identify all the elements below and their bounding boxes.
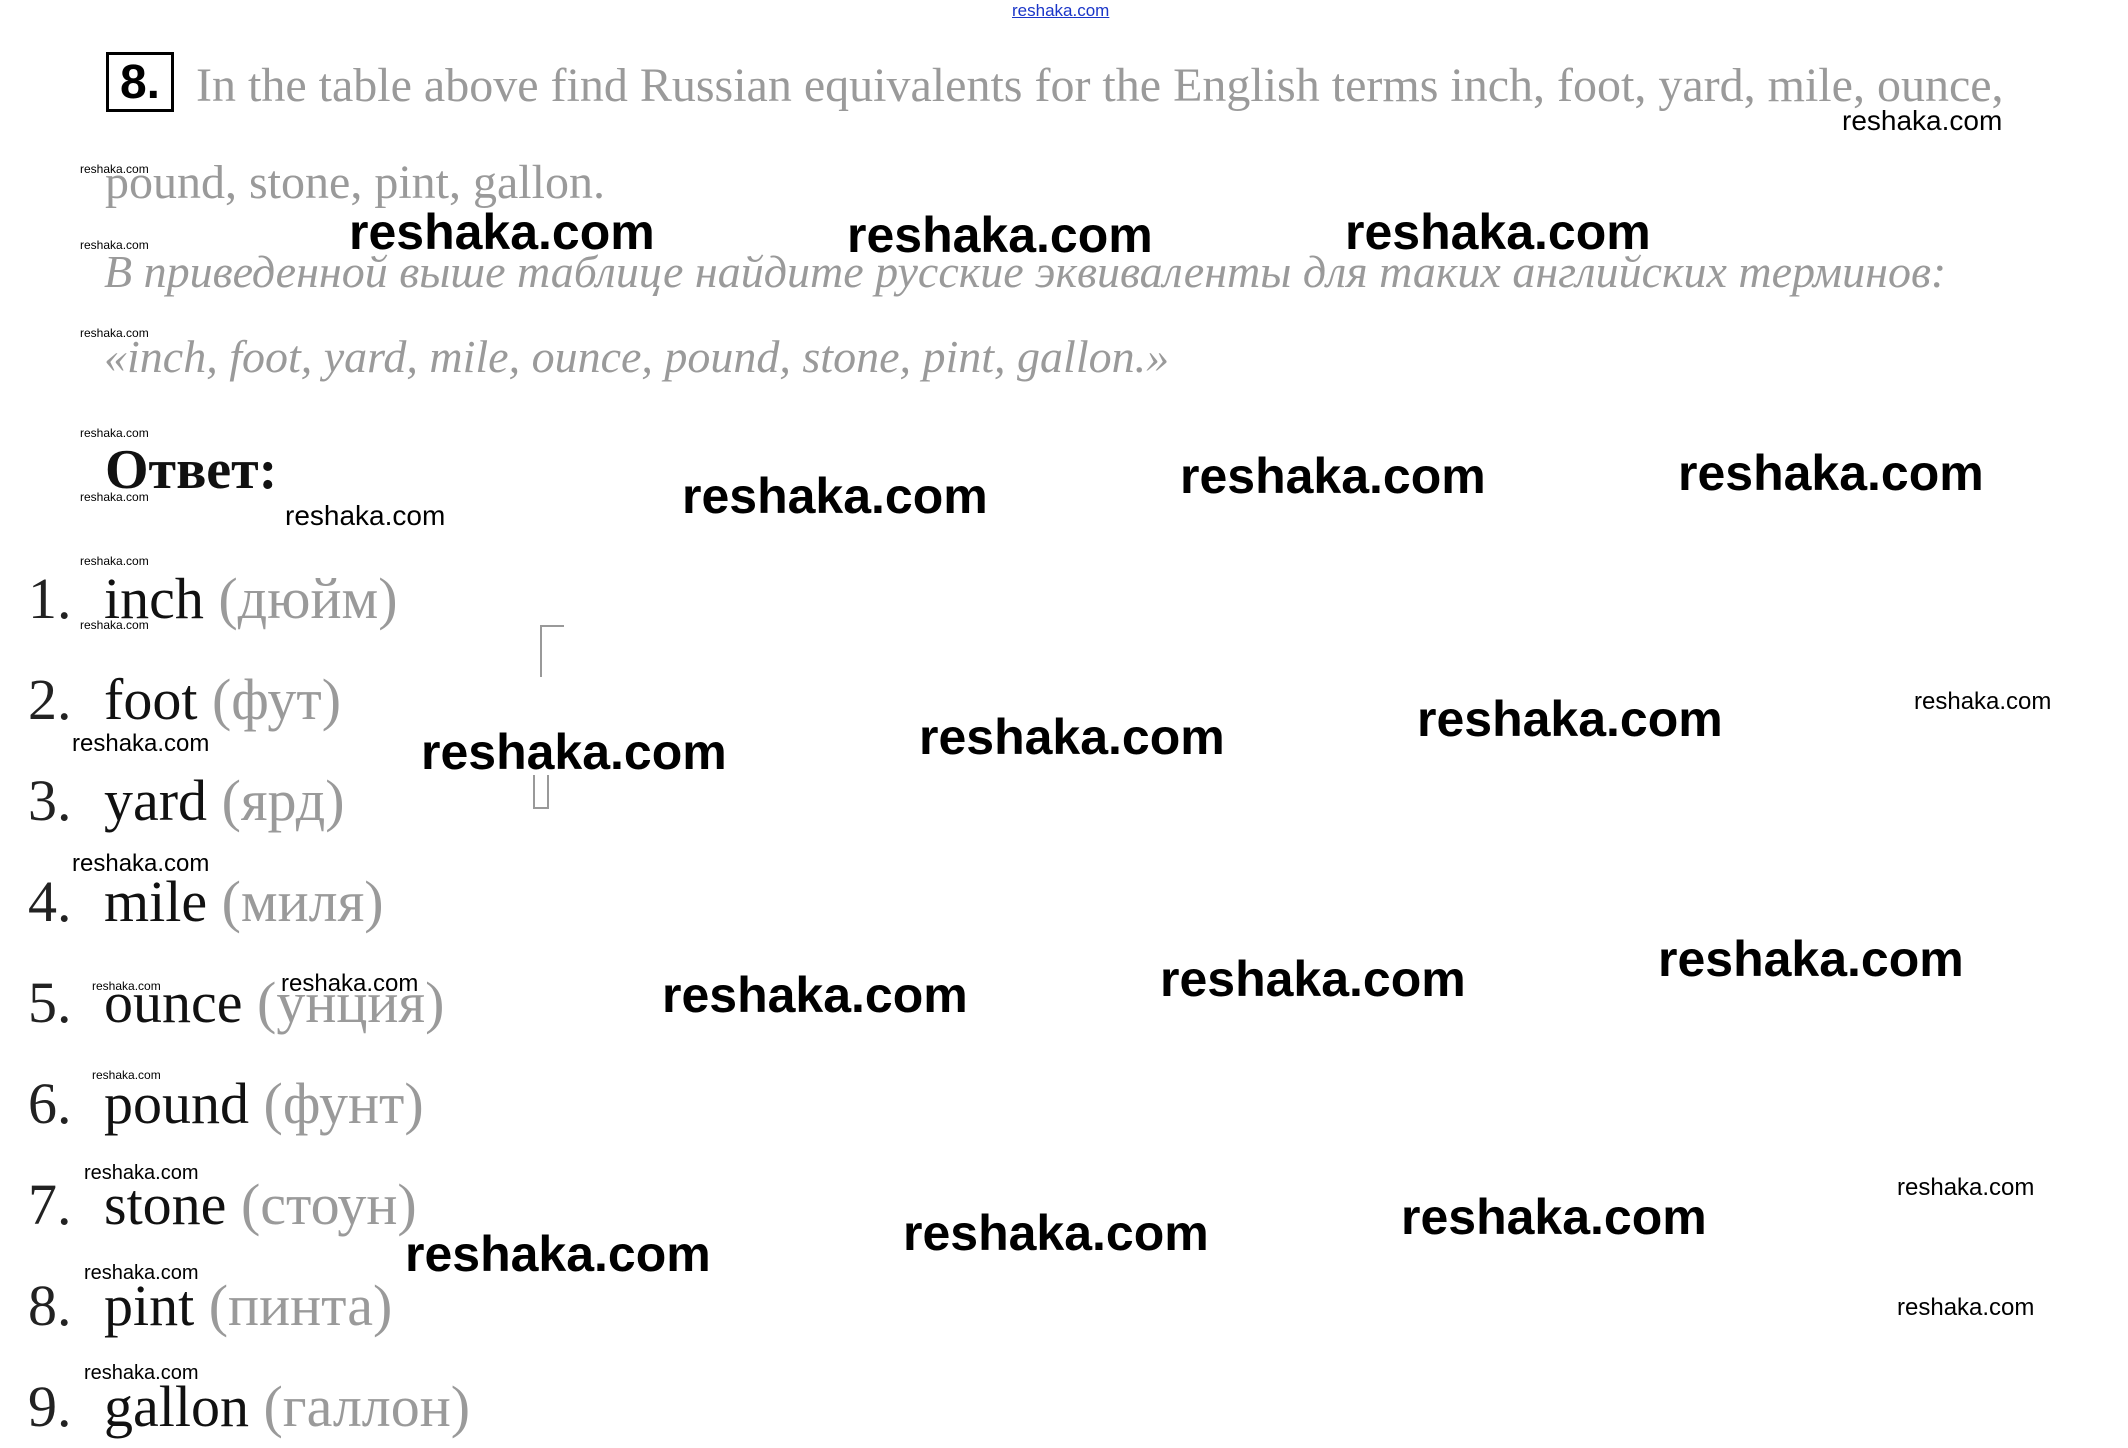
watermark: reshaka.com bbox=[80, 326, 149, 340]
watermark: reshaka.com bbox=[919, 709, 1225, 765]
watermark: reshaka.com bbox=[84, 1362, 199, 1384]
item-translation: (ярд) bbox=[221, 768, 345, 833]
watermark: reshaka.com bbox=[80, 618, 149, 632]
watermark: reshaka.com bbox=[1842, 105, 2003, 136]
watermark: reshaka.com bbox=[1678, 445, 1984, 501]
watermark: reshaka.com bbox=[80, 162, 149, 176]
answer-item: 2. foot (фут) bbox=[28, 666, 341, 733]
watermark: reshaka.com bbox=[84, 1162, 199, 1184]
watermark: reshaka.com bbox=[92, 979, 161, 993]
watermark: reshaka.com bbox=[662, 967, 968, 1023]
item-translation: (галлон) bbox=[263, 1374, 471, 1439]
watermark: reshaka.com bbox=[1417, 691, 1723, 747]
watermark: reshaka.com bbox=[1401, 1189, 1707, 1245]
watermark: reshaka.com bbox=[1180, 448, 1486, 504]
watermark: reshaka.com bbox=[72, 730, 210, 757]
watermark: reshaka.com bbox=[1658, 931, 1964, 987]
watermark: reshaka.com bbox=[80, 490, 149, 504]
watermark: reshaka.com bbox=[1345, 204, 1651, 260]
watermark: reshaka.com bbox=[84, 1262, 199, 1284]
item-term: foot bbox=[104, 667, 198, 732]
watermark: reshaka.com bbox=[349, 204, 655, 260]
watermark: reshaka.com bbox=[847, 207, 1153, 263]
watermark: reshaka.com bbox=[281, 970, 419, 997]
answer-item: 4. mile (миля) bbox=[28, 868, 384, 935]
watermark: reshaka.com bbox=[92, 1068, 161, 1082]
item-translation: (фунт) bbox=[263, 1071, 424, 1136]
item-number: 3. bbox=[28, 768, 72, 833]
watermark: reshaka.com bbox=[80, 426, 149, 440]
watermark: reshaka.com bbox=[1914, 688, 2052, 715]
item-translation: (дюйм) bbox=[218, 566, 398, 631]
watermark-top-link[interactable]: reshaka.com bbox=[1012, 1, 1109, 21]
task-number: 8. bbox=[106, 52, 174, 112]
answer-item: 8. pint (пинта) bbox=[28, 1272, 392, 1339]
item-term: yard bbox=[104, 768, 208, 833]
item-number: 2. bbox=[28, 667, 72, 732]
watermark: reshaka.com bbox=[1160, 951, 1466, 1007]
task-english-line-2: pound, stone, pint, gallon. bbox=[105, 156, 605, 209]
scan-artifact bbox=[540, 625, 564, 677]
task-russian-line-2: «inch, foot, yard, mile, ounce, pound, s… bbox=[104, 331, 1170, 382]
watermark: reshaka.com bbox=[1897, 1294, 2035, 1321]
item-term: mile bbox=[104, 869, 208, 934]
watermark: reshaka.com bbox=[285, 500, 446, 531]
watermark: reshaka.com bbox=[903, 1205, 1209, 1261]
watermark: reshaka.com bbox=[1897, 1174, 2035, 1201]
item-translation: (фут) bbox=[211, 667, 342, 732]
task-english-line-1: In the table above find Russian equivale… bbox=[196, 59, 2004, 112]
watermark: reshaka.com bbox=[80, 554, 149, 568]
watermark: reshaka.com bbox=[80, 238, 149, 252]
watermark: reshaka.com bbox=[405, 1226, 711, 1282]
item-translation: (стоун) bbox=[240, 1172, 417, 1237]
item-translation: (пинта) bbox=[208, 1273, 393, 1338]
item-translation: (миля) bbox=[221, 869, 384, 934]
answer-item: 3. yard (ярд) bbox=[28, 767, 345, 834]
watermark: reshaka.com bbox=[682, 468, 988, 524]
watermark: reshaka.com bbox=[72, 850, 210, 877]
answer-item: 6. pound (фунт) bbox=[28, 1070, 424, 1137]
watermark: reshaka.com bbox=[421, 724, 727, 780]
item-number: 4. bbox=[28, 869, 72, 934]
